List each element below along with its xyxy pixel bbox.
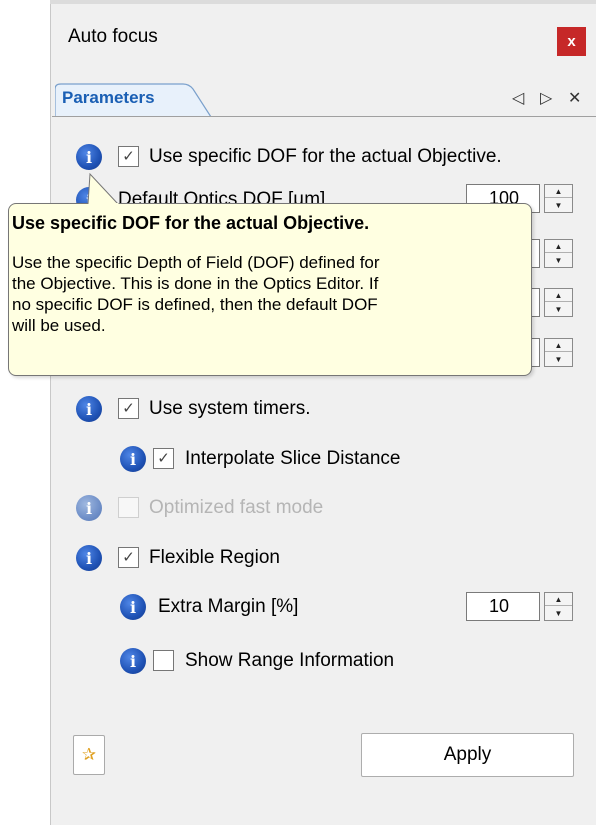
tooltip-line: the Objective. This is done in the Optic… (12, 274, 379, 293)
favorite-button[interactable]: ✰ (73, 735, 105, 775)
spin-up-icon[interactable]: ▲ (545, 289, 572, 302)
tooltip-title: Use specific DOF for the actual Objectiv… (12, 213, 370, 233)
extra-margin-stepper[interactable]: 10 ▲ ▼ (466, 592, 573, 621)
tooltip-line: will be used. (12, 316, 106, 335)
use-system-timers-label: Use system timers. (149, 398, 311, 419)
tab-prev-icon[interactable]: ◁ (512, 88, 524, 108)
spin-buttons[interactable]: ▲ ▼ (544, 338, 573, 367)
info-icon[interactable]: i (76, 545, 102, 571)
optimized-fast-mode-checkbox (118, 497, 139, 518)
spin-down-icon[interactable]: ▼ (545, 607, 572, 620)
spin-down-icon[interactable]: ▼ (545, 254, 572, 267)
spin-buttons[interactable]: ▲ ▼ (544, 184, 573, 213)
tooltip-line: Use the specific Depth of Field (DOF) de… (12, 253, 380, 272)
spin-up-icon[interactable]: ▲ (545, 185, 572, 198)
spin-buttons[interactable]: ▲ ▼ (544, 288, 573, 317)
spin-up-icon[interactable]: ▲ (545, 240, 572, 253)
optimized-fast-mode-label: Optimized fast mode (149, 497, 324, 518)
use-specific-dof-checkbox[interactable]: ✓ (118, 146, 139, 167)
info-icon[interactable]: i (120, 594, 146, 620)
star-icon: ✰ (81, 745, 97, 764)
tab-next-icon[interactable]: ▷ (540, 88, 552, 108)
spin-down-icon[interactable]: ▼ (545, 303, 572, 316)
info-icon[interactable]: i (120, 446, 146, 472)
extra-margin-input[interactable]: 10 (466, 592, 540, 621)
tooltip-line: no specific DOF is defined, then the def… (12, 295, 378, 314)
info-icon[interactable]: i (76, 144, 102, 170)
extra-margin-label: Extra Margin [%] (158, 596, 299, 617)
panel-title: Auto focus (68, 26, 158, 47)
apply-button[interactable]: Apply (361, 733, 574, 777)
flexible-region-label: Flexible Region (149, 547, 280, 568)
tooltip-pointer (87, 173, 119, 205)
spin-buttons[interactable]: ▲ ▼ (544, 239, 573, 268)
desktop-background (0, 0, 50, 825)
show-range-information-label: Show Range Information (185, 650, 395, 671)
spin-down-icon[interactable]: ▼ (545, 199, 572, 212)
spin-up-icon[interactable]: ▲ (545, 593, 572, 606)
spin-up-icon[interactable]: ▲ (545, 339, 572, 352)
show-range-information-checkbox[interactable] (153, 650, 174, 671)
use-specific-dof-label: Use specific DOF for the actual Objectiv… (149, 146, 502, 167)
use-system-timers-checkbox[interactable]: ✓ (118, 398, 139, 419)
spin-down-icon[interactable]: ▼ (545, 353, 572, 366)
tab-parameters[interactable]: Parameters (62, 88, 155, 108)
tab-strip-divider (52, 116, 596, 117)
info-icon[interactable]: i (76, 495, 102, 521)
flexible-region-checkbox[interactable]: ✓ (118, 547, 139, 568)
close-button[interactable]: x (557, 27, 586, 56)
interpolate-slice-distance-checkbox[interactable]: ✓ (153, 448, 174, 469)
tab-close-icon[interactable]: ✕ (568, 88, 581, 108)
tooltip-body: Use the specific Depth of Field (DOF) de… (12, 252, 512, 336)
info-icon[interactable]: i (120, 648, 146, 674)
info-icon[interactable]: i (76, 396, 102, 422)
interpolate-slice-distance-label: Interpolate Slice Distance (185, 448, 401, 469)
spin-buttons[interactable]: ▲ ▼ (544, 592, 573, 621)
